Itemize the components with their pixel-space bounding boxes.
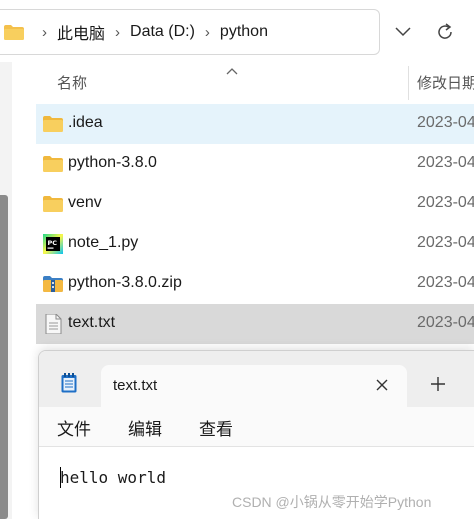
file-row-venv[interactable]: venv 2023-04 <box>36 184 474 224</box>
chevron-down-icon <box>395 27 411 37</box>
tab-strip: text.txt <box>39 351 474 407</box>
file-row-python-3-8-0[interactable]: python-3.8.0 2023-04 <box>36 144 474 184</box>
new-tab-button[interactable] <box>427 373 449 395</box>
sort-ascending-icon <box>226 62 238 80</box>
column-date-header[interactable]: 修改日期 <box>417 72 474 93</box>
file-row-idea[interactable]: .idea 2023-04 <box>36 104 474 144</box>
file-date: 2023-04 <box>417 154 474 171</box>
close-icon <box>376 379 388 391</box>
menu-edit[interactable]: 编辑 <box>128 415 162 440</box>
file-date: 2023-04 <box>417 234 474 251</box>
refresh-icon <box>438 23 452 39</box>
chevron-right-icon: › <box>42 23 47 41</box>
text-file-icon <box>43 313 63 335</box>
address-bar[interactable]: › 此电脑 › Data (D:) › python <box>0 9 380 55</box>
file-list: .idea 2023-04 python-3.8.0 2023-04 venv … <box>36 104 474 344</box>
file-name: python-3.8.0.zip <box>68 274 182 291</box>
navigation-scrollbar[interactable] <box>0 195 8 519</box>
tab-text-txt[interactable]: text.txt <box>101 365 407 407</box>
close-tab-button[interactable] <box>371 374 393 396</box>
editor-content: hello world <box>60 468 166 487</box>
column-header: 名称 修改日期 <box>36 62 474 102</box>
menu-file[interactable]: 文件 <box>57 415 91 440</box>
address-row: › 此电脑 › Data (D:) › python <box>0 0 474 62</box>
file-date: 2023-04 <box>417 314 474 331</box>
folder-icon <box>43 194 63 214</box>
address-dropdown-button[interactable] <box>388 20 418 44</box>
pycharm-file-icon: PC <box>43 234 63 254</box>
file-name: python-3.8.0 <box>68 154 157 171</box>
file-name: note_1.py <box>68 234 139 251</box>
file-row-text-txt[interactable]: text.txt 2023-04 <box>36 304 474 344</box>
file-name: venv <box>68 194 102 211</box>
svg-text:PC: PC <box>48 239 58 247</box>
chevron-right-icon: › <box>115 23 121 41</box>
chevron-right-icon: › <box>204 23 210 41</box>
breadcrumb-this-pc[interactable]: 此电脑 <box>57 20 105 44</box>
file-name: text.txt <box>68 314 116 331</box>
breadcrumb-drive-d[interactable]: Data (D:) <box>130 23 195 41</box>
folder-icon <box>43 154 63 174</box>
folder-icon <box>4 24 24 40</box>
file-row-note-1-py[interactable]: PC note_1.py 2023-04 <box>36 224 474 264</box>
file-date: 2023-04 <box>417 274 474 291</box>
menu-view[interactable]: 查看 <box>199 415 233 440</box>
file-date: 2023-04 <box>417 114 474 131</box>
folder-icon <box>43 114 63 134</box>
column-divider[interactable] <box>408 66 409 100</box>
zip-archive-icon <box>43 274 63 294</box>
file-date: 2023-04 <box>417 194 474 211</box>
plus-icon <box>431 377 445 391</box>
refresh-button[interactable] <box>430 18 460 46</box>
watermark: CSDN @小锅从零开始学Python <box>232 494 432 510</box>
file-name: .idea <box>68 114 103 131</box>
file-row-python-3-8-0-zip[interactable]: python-3.8.0.zip 2023-04 <box>36 264 474 304</box>
tab-title: text.txt <box>113 377 158 394</box>
menu-bar: 文件 编辑 查看 <box>39 407 474 447</box>
breadcrumb-python[interactable]: python <box>220 23 268 41</box>
column-name-header[interactable]: 名称 <box>57 72 87 93</box>
notepad-app-icon <box>61 373 77 393</box>
